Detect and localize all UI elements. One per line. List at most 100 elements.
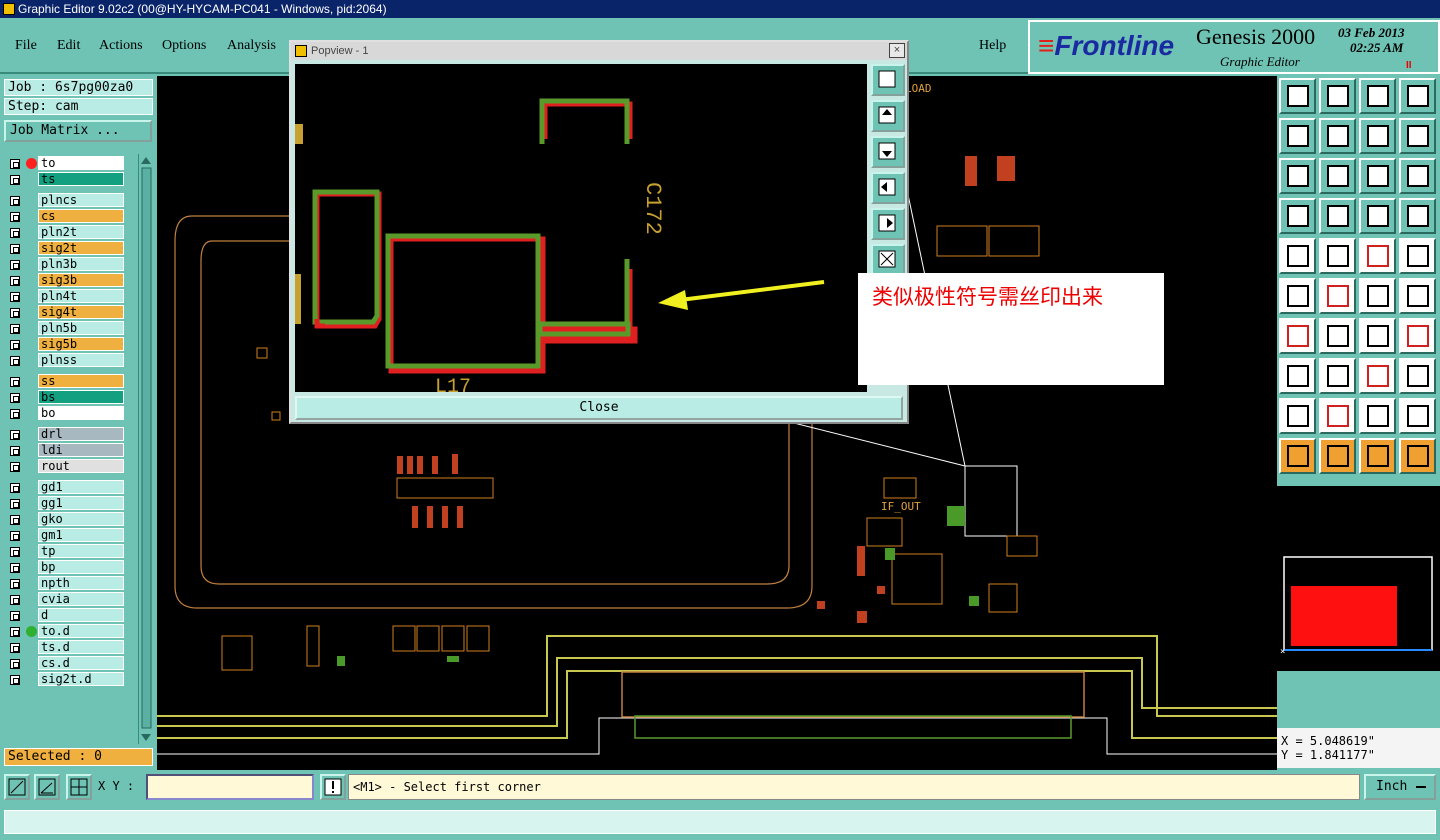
layer-row[interactable]: cs.d [4, 656, 128, 671]
menu-edit[interactable]: Edit [57, 38, 80, 54]
layer-row[interactable]: sig5b [4, 337, 128, 352]
job-matrix-button[interactable]: Job Matrix ... [4, 120, 152, 142]
layer-checkbox[interactable] [10, 531, 20, 541]
move-pad-button[interactable] [1399, 278, 1436, 314]
shape-button[interactable] [1399, 358, 1436, 394]
layer-checkbox[interactable] [10, 260, 20, 270]
alert-button[interactable] [320, 774, 346, 800]
overview-window[interactable]: × [1277, 486, 1440, 671]
layer-checkbox[interactable] [10, 595, 20, 605]
layer-name[interactable]: gm1 [38, 528, 124, 542]
layer-row[interactable]: gm1 [4, 528, 128, 543]
layer-row[interactable]: tp [4, 544, 128, 559]
layer-checkbox[interactable] [10, 292, 20, 302]
layer-checkbox[interactable] [10, 324, 20, 334]
layer-name[interactable]: gd1 [38, 480, 124, 494]
popview-window[interactable]: Popview - 1 × C172 L17 Close [289, 40, 909, 424]
layer-row[interactable]: bp [4, 560, 128, 575]
layer-name[interactable]: ss [38, 374, 124, 388]
layer-row[interactable]: ldi [4, 443, 128, 458]
layer-row[interactable]: ss [4, 374, 128, 389]
layer-name[interactable]: cs [38, 209, 124, 223]
units-dropdown[interactable]: Inch [1364, 774, 1436, 800]
delete-button[interactable] [1319, 278, 1356, 314]
layer-row[interactable]: d [4, 608, 128, 623]
layer-checkbox[interactable] [10, 563, 20, 573]
pointer-alt-button[interactable] [1359, 438, 1396, 474]
layer-name[interactable]: npth [38, 576, 124, 590]
dimension-button[interactable] [1359, 358, 1396, 394]
popview-pan-left-button[interactable] [871, 172, 905, 204]
resize-button[interactable] [1319, 238, 1356, 274]
layer-checkbox[interactable] [10, 611, 20, 621]
route-button[interactable] [1399, 438, 1436, 474]
layer-row[interactable]: pln2t [4, 225, 128, 240]
popview-pan-down-button[interactable] [871, 136, 905, 168]
layer-name[interactable]: gko [38, 512, 124, 526]
select-box-button[interactable] [1399, 238, 1436, 274]
layer-checkbox[interactable] [10, 547, 20, 557]
layer-row[interactable]: gg1 [4, 496, 128, 511]
layer-row[interactable]: pln5b [4, 321, 128, 336]
center-button[interactable] [1319, 158, 1356, 194]
popview-title-bar[interactable]: Popview - 1 × [291, 42, 907, 60]
layer-name[interactable]: pln3b [38, 257, 124, 271]
arc-button[interactable] [1359, 318, 1396, 354]
layer-row[interactable]: gd1 [4, 480, 128, 495]
layer-row[interactable]: pln4t [4, 289, 128, 304]
popview-close-icon[interactable]: × [889, 43, 905, 58]
layer-checkbox[interactable] [10, 159, 20, 169]
popview-zoom-button[interactable] [871, 64, 905, 96]
layer-row[interactable]: to.d [4, 624, 128, 639]
layer-checkbox[interactable] [10, 483, 20, 493]
layer-name[interactable]: bs [38, 390, 124, 404]
split-button[interactable] [1399, 318, 1436, 354]
zoom-home-button[interactable] [1279, 118, 1316, 154]
zoom-window-button[interactable] [4, 774, 30, 800]
layer-row[interactable]: plncs [4, 193, 128, 208]
menu-analysis[interactable]: Analysis [227, 38, 276, 54]
layer-name[interactable]: d [38, 608, 124, 622]
layer-red-button[interactable] [1359, 198, 1396, 234]
layer-name[interactable]: tp [38, 544, 124, 558]
popview-fit-button[interactable] [871, 244, 905, 276]
layer-row[interactable]: gko [4, 512, 128, 527]
layer-checkbox[interactable] [10, 308, 20, 318]
fit-button[interactable] [1279, 158, 1316, 194]
menu-help[interactable]: Help [979, 38, 1006, 54]
split-view-button[interactable] [1399, 78, 1436, 114]
layer-checkbox[interactable] [10, 499, 20, 509]
pointer-box-button[interactable] [1319, 438, 1356, 474]
layer-row[interactable]: sig3b [4, 273, 128, 288]
add-pad-button[interactable] [1359, 278, 1396, 314]
layer-name[interactable]: ts [38, 172, 124, 186]
open-button[interactable] [1319, 78, 1356, 114]
ruler-button[interactable] [1359, 238, 1396, 274]
layer-checkbox[interactable] [10, 515, 20, 525]
layer-name[interactable]: gg1 [38, 496, 124, 510]
layer-row[interactable]: sig2t [4, 241, 128, 256]
layer-name[interactable]: sig4t [38, 305, 124, 319]
layer-checkbox[interactable] [10, 228, 20, 238]
layer-name[interactable]: cvia [38, 592, 124, 606]
layer-name[interactable]: pln4t [38, 289, 124, 303]
redraw-button[interactable] [1359, 118, 1396, 154]
save-button[interactable] [1279, 78, 1316, 114]
layer-checkbox[interactable] [10, 643, 20, 653]
layer-name[interactable]: to [38, 156, 124, 170]
zoom-out-button[interactable] [1319, 118, 1356, 154]
layer-checkbox[interactable] [10, 393, 20, 403]
snap-button[interactable] [1399, 118, 1436, 154]
layer-name[interactable]: ts.d [38, 640, 124, 654]
layer-list-scrollbar[interactable] [138, 154, 153, 744]
layer-red-alt-button[interactable] [1399, 198, 1436, 234]
popview-pan-up-button[interactable] [871, 100, 905, 132]
layer-checkbox[interactable] [10, 340, 20, 350]
layer-checkbox[interactable] [10, 196, 20, 206]
layer-checkbox[interactable] [10, 462, 20, 472]
layer-row[interactable]: to [4, 156, 128, 171]
layer-row[interactable]: sig4t [4, 305, 128, 320]
layer-row[interactable]: bs [4, 390, 128, 405]
layer-name[interactable]: to.d [38, 624, 124, 638]
layer-row[interactable]: cvia [4, 592, 128, 607]
